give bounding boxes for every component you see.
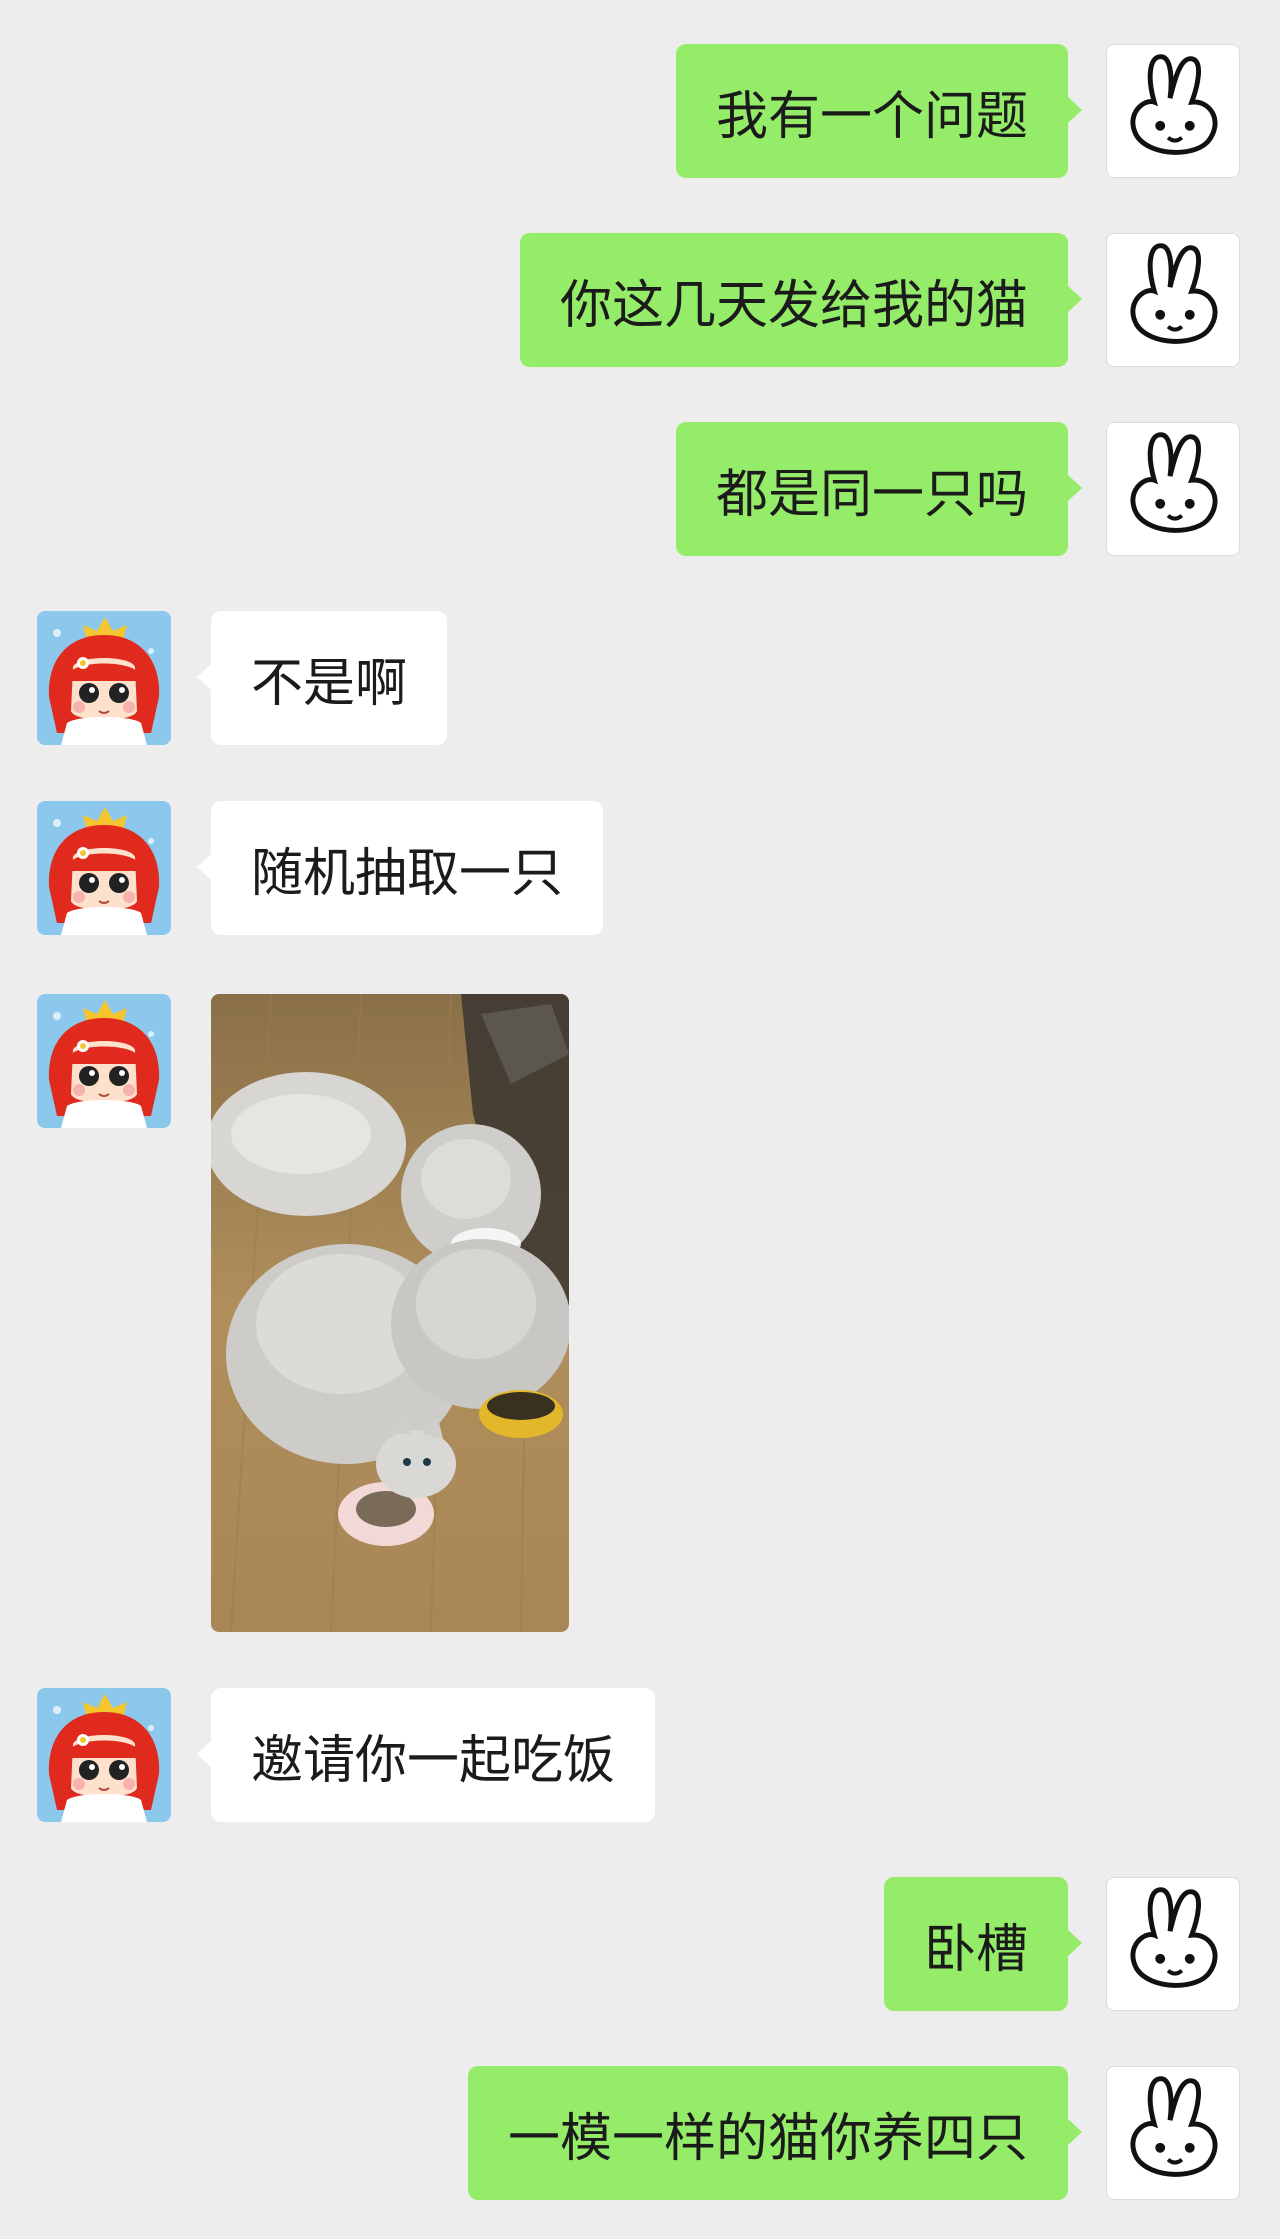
message-bubble-sent[interactable]: 你这几天发给我的猫 bbox=[519, 233, 1083, 367]
red-hair-girl-avatar-icon[interactable] bbox=[37, 994, 171, 1128]
bunny-avatar-icon[interactable] bbox=[1106, 2066, 1240, 2200]
message-bubble-received[interactable]: 邀请你一起吃饭 bbox=[196, 1688, 656, 1822]
bunny-avatar-icon[interactable] bbox=[1106, 1877, 1240, 2011]
red-hair-girl-avatar-icon[interactable] bbox=[37, 611, 171, 745]
message-bubble-sent[interactable]: 一模一样的猫你养四只 bbox=[467, 2066, 1083, 2200]
red-hair-girl-avatar-icon[interactable] bbox=[37, 801, 171, 935]
photo-of-cats-eating[interactable] bbox=[211, 994, 569, 1632]
bunny-avatar-icon[interactable] bbox=[1106, 233, 1240, 367]
bunny-avatar-icon[interactable] bbox=[1106, 44, 1240, 178]
message-bubble-sent[interactable]: 我有一个问题 bbox=[675, 44, 1083, 178]
message-bubble-sent[interactable]: 都是同一只吗 bbox=[675, 422, 1083, 556]
message-bubble-received[interactable]: 随机抽取一只 bbox=[196, 801, 604, 935]
red-hair-girl-avatar-icon[interactable] bbox=[37, 1688, 171, 1822]
message-bubble-sent[interactable]: 卧槽 bbox=[883, 1877, 1083, 2011]
bunny-avatar-icon[interactable] bbox=[1106, 422, 1240, 556]
message-bubble-received[interactable]: 不是啊 bbox=[196, 611, 448, 745]
